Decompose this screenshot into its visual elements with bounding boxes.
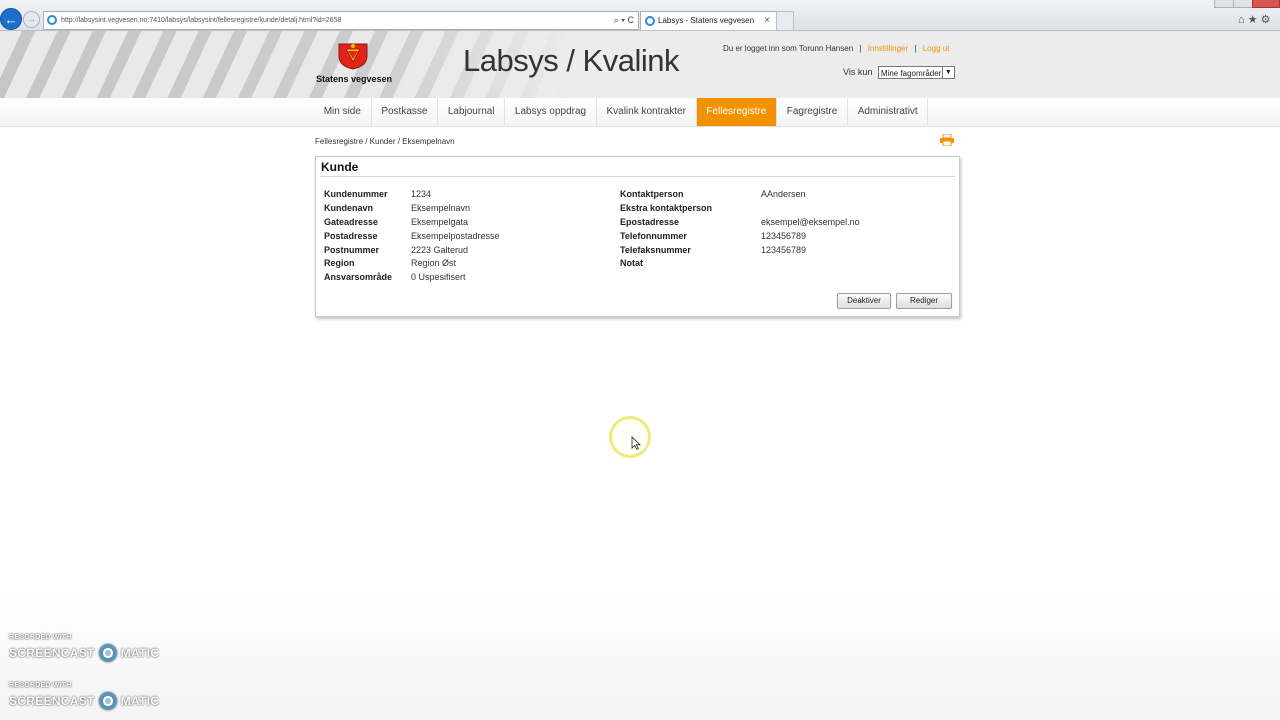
tab-close-icon[interactable]: × <box>764 12 770 30</box>
watermark-brand: SCREENCAST MATIC <box>9 644 159 662</box>
filter: Vis kun Mine fagområder ▼ <box>843 66 955 79</box>
arrow-right-icon: → <box>26 14 37 25</box>
new-tab-button[interactable] <box>776 11 794 30</box>
watermark-caption: RECORDED WITH <box>9 682 72 689</box>
browser-right-icons[interactable]: ⌂ ★ ⚙ <box>1238 13 1270 26</box>
settings-link[interactable]: Innstillinger <box>868 44 908 53</box>
minimize-button[interactable] <box>1214 0 1234 8</box>
ie-page-icon <box>47 15 57 25</box>
print-icon[interactable] <box>940 134 954 146</box>
panel-title: Kunde <box>321 160 359 174</box>
browser-tab[interactable]: Labsys - Statens vegvesen × <box>640 11 777 30</box>
screencast-watermark: RECORDED WITH SCREENCAST MATIC <box>9 634 159 664</box>
field-label: Postadresse <box>324 231 378 241</box>
cursor-highlight <box>609 416 651 458</box>
logged-in-text: Du er logget inn som Torunn Hansen <box>723 44 854 53</box>
statens-vegvesen-logo[interactable]: Statens vegvesen <box>314 42 394 87</box>
address-bar[interactable]: http://labsysint.vegvesen.no:7410/labsys… <box>43 11 639 30</box>
field-label: Telefaksnummer <box>620 245 691 255</box>
nav-item-min-side[interactable]: Min side <box>314 98 372 126</box>
browser-toolbar: ← → http://labsysint.vegvesen.no:7410/la… <box>0 0 1280 31</box>
deactivate-button[interactable]: Deaktiver <box>837 293 891 309</box>
filter-value: Mine fagområder <box>880 69 942 78</box>
field-value: AAndersen <box>761 189 806 199</box>
filter-label: Vis kun <box>843 66 873 77</box>
nav-item-fagregistre[interactable]: Fagregistre <box>777 98 848 126</box>
field-value: Eksempelnavn <box>411 203 471 213</box>
app-title: Labsys / Kvalink <box>463 43 680 78</box>
field-label: Ansvarsområde <box>324 272 393 282</box>
mouse-pointer-icon <box>631 436 641 450</box>
arrow-left-icon: ← <box>4 11 18 27</box>
site-header: Statens vegvesen Labsys / Kvalink Du er … <box>0 31 1280 98</box>
field-value: 123456789 <box>761 245 807 255</box>
field-value: 0 Uspesifisert <box>411 272 466 282</box>
watermark-brand-left: SCREENCAST <box>9 646 95 660</box>
watermark-brand-right: MATIC <box>120 646 160 660</box>
watermark-brand-right: MATIC <box>120 694 160 708</box>
divider <box>320 176 955 177</box>
field-value: 2223 Galterud <box>411 245 469 255</box>
filter-select[interactable]: Mine fagområder ▼ <box>877 66 955 79</box>
field-label: Kontaktperson <box>620 189 684 199</box>
field-value: Eksempelgata <box>411 217 469 227</box>
watermark-brand-left: SCREENCAST <box>9 694 95 708</box>
user-info: Du er logget inn som Torunn Hansen | Inn… <box>723 44 949 53</box>
crest-icon <box>338 43 368 70</box>
chevron-down-icon: ▼ <box>941 67 954 78</box>
field-label: Kundenavn <box>324 203 374 213</box>
window-close-button[interactable] <box>1252 0 1280 8</box>
nav-menu: Min side Postkasse Labjournal Labsys opp… <box>314 98 929 126</box>
nav-item-fellesregistre[interactable]: Fellesregistre <box>696 98 778 126</box>
field-label: Ekstra kontaktperson <box>620 203 713 213</box>
back-button[interactable]: ← <box>0 8 22 30</box>
nav-item-labsys-oppdrag[interactable]: Labsys oppdrag <box>505 98 597 126</box>
ie-tab-icon <box>645 16 655 26</box>
field-value: 1234 <box>411 189 432 199</box>
footer-fade <box>0 595 1280 720</box>
edit-button[interactable]: Rediger <box>896 293 952 309</box>
watermark-brand: SCREENCAST MATIC <box>9 692 159 710</box>
field-value: eksempel@eksempel.no <box>761 217 860 227</box>
nav-item-kvalink-kontrakter[interactable]: Kvalink kontrakter <box>597 98 697 126</box>
logo-text: Statens vegvesen <box>315 74 393 84</box>
separator: | <box>914 44 917 53</box>
main-navigation: Min side Postkasse Labjournal Labsys opp… <box>0 98 1280 127</box>
forward-button[interactable]: → <box>23 11 40 28</box>
field-label: Kundenummer <box>324 189 388 199</box>
watermark-caption: RECORDED WITH <box>9 634 72 641</box>
screencast-watermark: RECORDED WITH SCREENCAST MATIC <box>9 682 159 712</box>
field-value: Region Øst <box>411 258 457 268</box>
field-label: Notat <box>620 258 643 268</box>
field-value: Eksempelpostadresse <box>411 231 500 241</box>
screencast-logo-icon <box>98 692 117 710</box>
address-tools[interactable]: ⌕ ▾ C <box>614 12 634 29</box>
field-label: Postnummer <box>324 245 380 255</box>
logout-link[interactable]: Logg ut <box>923 44 950 53</box>
address-url: http://labsysint.vegvesen.no:7410/labsys… <box>61 17 342 24</box>
field-label: Telefonnummer <box>620 231 687 241</box>
separator: | <box>859 44 862 53</box>
nav-item-administrativt[interactable]: Administrativt <box>848 98 929 126</box>
breadcrumb: Fellesregistre / Kunder / Eksempelnavn <box>315 137 455 146</box>
field-value: 123456789 <box>761 231 807 241</box>
nav-item-labjournal[interactable]: Labjournal <box>438 98 506 126</box>
nav-item-postkasse[interactable]: Postkasse <box>372 98 439 126</box>
field-label: Region <box>324 258 355 268</box>
maximize-button[interactable] <box>1233 0 1253 8</box>
customer-panel: Kunde Kundenummer 1234 Kundenavn Eksempe… <box>315 156 960 317</box>
screencast-logo-icon <box>98 644 117 662</box>
field-label: Epostadresse <box>620 217 680 227</box>
field-label: Gateadresse <box>324 217 379 227</box>
tab-title: Labsys - Statens vegvesen <box>658 16 755 25</box>
